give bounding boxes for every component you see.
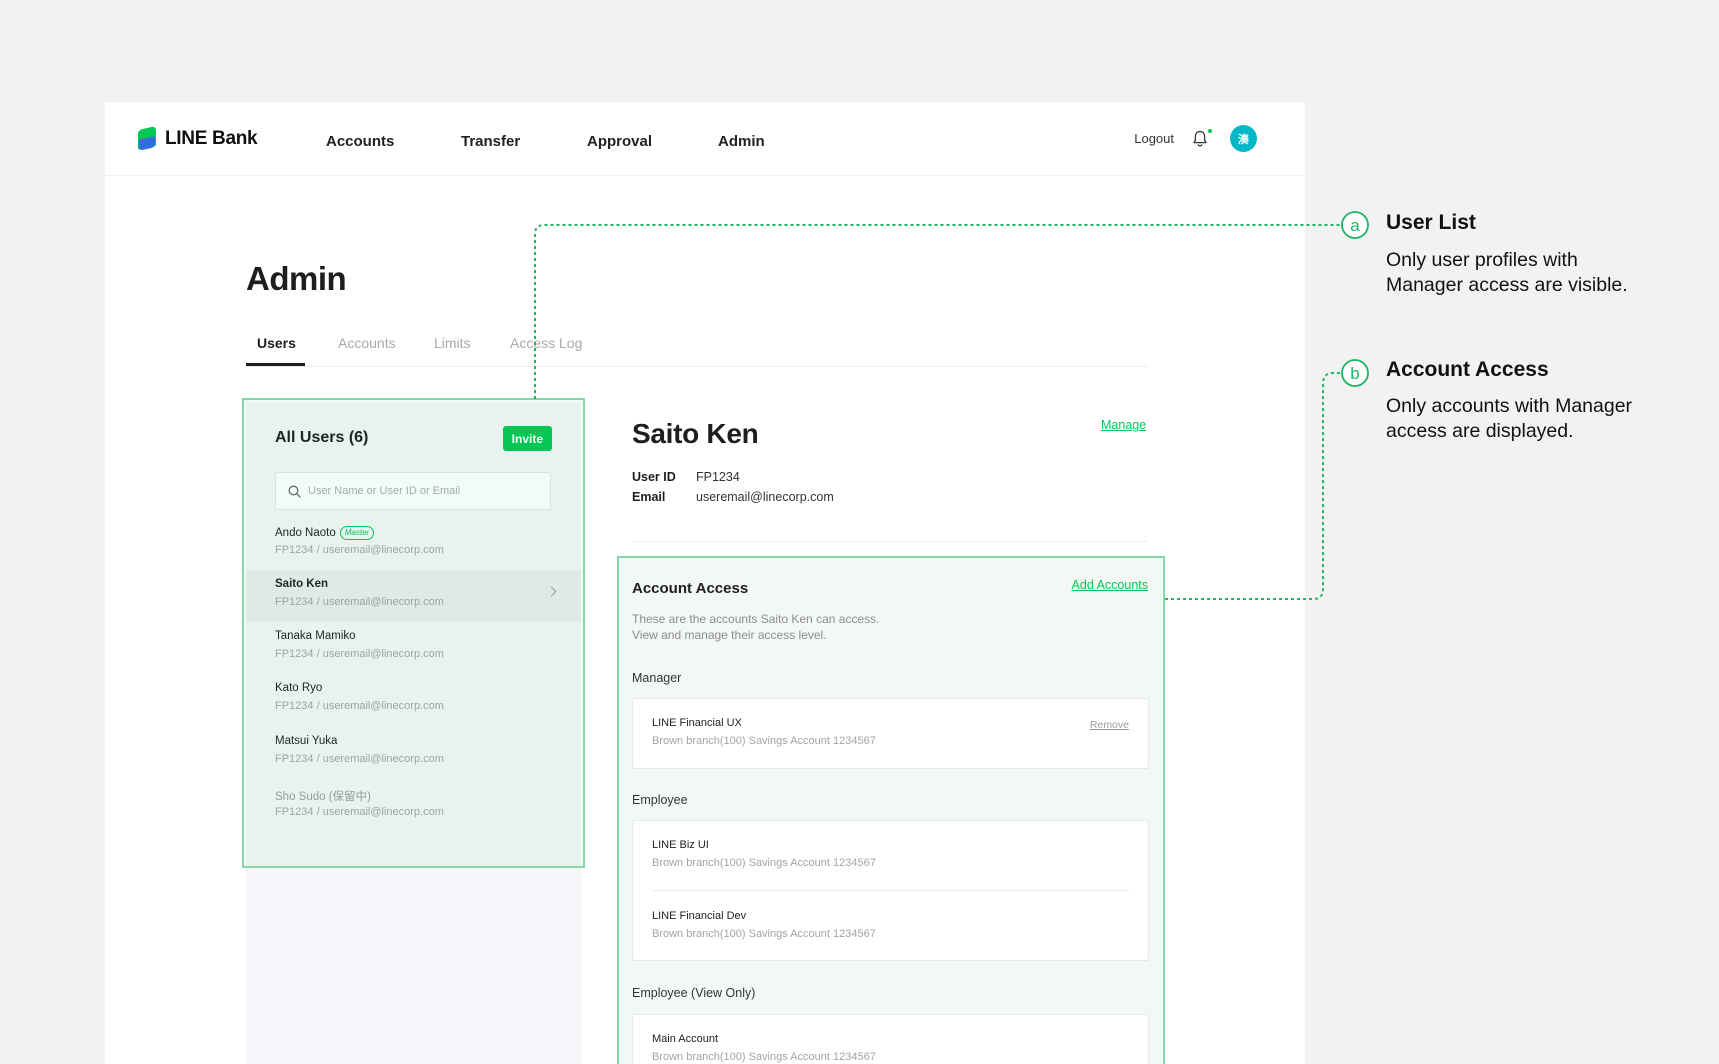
connector-b — [1165, 372, 1340, 600]
annotation-line: Only user profiles with — [1386, 249, 1578, 271]
svg-text:b: b — [1350, 364, 1359, 383]
annotation-a-title: User List — [1386, 211, 1476, 234]
marker-b-icon: b — [1341, 359, 1369, 387]
annotation-line: Only accounts with Manager — [1386, 395, 1633, 417]
annotation-b-title: Account Access — [1386, 358, 1549, 381]
annotation-line: access are displayed. — [1386, 420, 1574, 442]
connector-a — [534, 224, 1340, 399]
marker-a-icon: a — [1341, 211, 1369, 239]
annotation-b-body: Only accounts with Manager access are di… — [1386, 394, 1632, 444]
annotation-a-body: Only user profiles with Manager access a… — [1386, 248, 1628, 298]
svg-text:a: a — [1350, 216, 1360, 235]
annotation-line: Manager access are visible. — [1386, 274, 1628, 296]
annotation-connectors: a b — [534, 211, 1369, 600]
